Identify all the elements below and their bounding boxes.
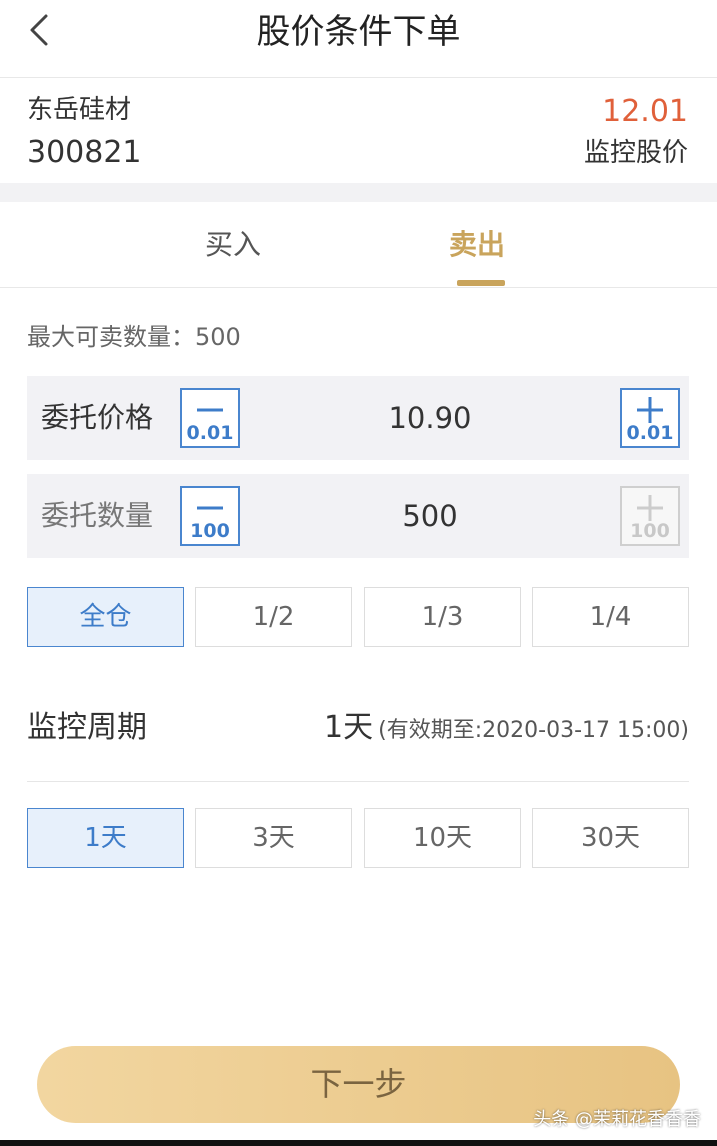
minus-icon [197, 408, 223, 412]
period-options: 1天 3天 10天 30天 [27, 808, 689, 868]
price-value[interactable]: 10.90 [240, 400, 620, 436]
period-option-10d[interactable]: 10天 [364, 808, 521, 868]
trade-tabs: 买入 卖出 [0, 202, 717, 288]
stock-code: 300821 [27, 135, 142, 170]
quantity-label: 委托数量 [41, 499, 154, 532]
section-divider [0, 183, 717, 202]
stock-name: 东岳硅材 [27, 95, 132, 125]
period-days: 1天 [323, 710, 374, 745]
price-label: 委托价格 [41, 401, 154, 434]
quantity-plus-button[interactable]: 100 [620, 486, 680, 546]
ratio-option-third[interactable]: 1/3 [364, 587, 521, 647]
bottom-bar [0, 1140, 717, 1146]
ratio-option-quarter[interactable]: 1/4 [532, 587, 689, 647]
minus-icon [197, 506, 223, 510]
price-minus-button[interactable]: 0.01 [180, 388, 240, 448]
monitor-period-label: 监控周期 [27, 710, 147, 745]
monitor-price-label: 监控股价 [583, 138, 688, 168]
period-expiry: (有效期至:2020-03-17 15:00) [378, 718, 689, 743]
period-option-30d[interactable]: 30天 [532, 808, 689, 868]
header: 股价条件下单 [0, 0, 717, 78]
tab-buy[interactable]: 买入 [205, 228, 261, 262]
monitor-period-value: 1天 (有效期至:2020-03-17 15:00) [324, 708, 689, 752]
price-plus-step: 0.01 [626, 422, 674, 444]
plus-icon [637, 397, 663, 423]
page-title: 股价条件下单 [256, 12, 461, 52]
plus-icon [637, 495, 663, 521]
max-sell-quantity: 最大可卖数量：500 [27, 323, 241, 351]
position-ratio-options: 全仓 1/2 1/3 1/4 [27, 587, 689, 647]
price-minus-step: 0.01 [186, 422, 234, 444]
divider [27, 781, 689, 782]
quantity-minus-button[interactable]: 100 [180, 486, 240, 546]
price-plus-button[interactable]: 0.01 [620, 388, 680, 448]
price-stepper: 委托价格 0.01 10.90 0.01 [27, 376, 689, 460]
monitor-price: 12.01 [602, 94, 688, 129]
ratio-option-all[interactable]: 全仓 [27, 587, 184, 647]
period-option-3d[interactable]: 3天 [195, 808, 352, 868]
watermark: 头条 @茉莉花香香香 [533, 1109, 701, 1130]
quantity-value[interactable]: 500 [240, 498, 620, 534]
stock-info: 东岳硅材 300821 12.01 监控股价 [0, 79, 717, 183]
quantity-minus-step: 100 [190, 520, 230, 542]
quantity-stepper: 委托数量 100 500 100 [27, 474, 689, 558]
tab-sell[interactable]: 卖出 [449, 228, 505, 262]
quantity-plus-step: 100 [630, 520, 670, 542]
period-option-1d[interactable]: 1天 [27, 808, 184, 868]
active-tab-indicator [457, 280, 505, 286]
ratio-option-half[interactable]: 1/2 [195, 587, 352, 647]
